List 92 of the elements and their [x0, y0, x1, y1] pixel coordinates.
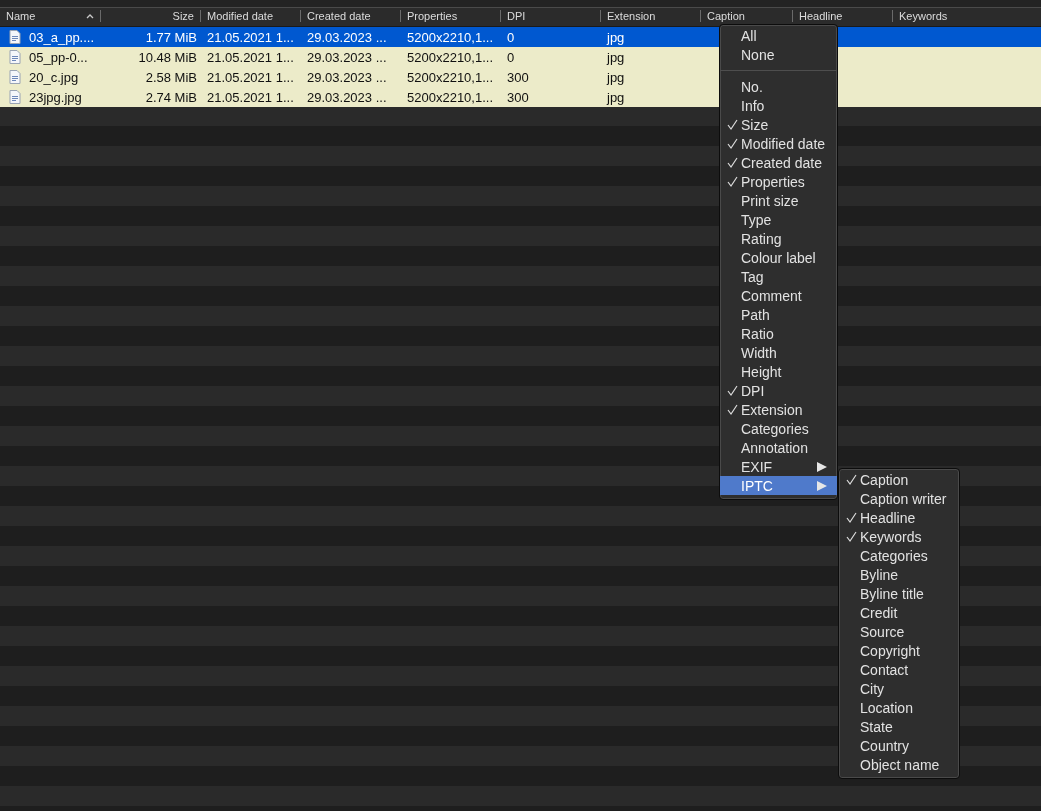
menu-item[interactable]: All: [720, 26, 837, 45]
table-cell: 03_a_pp....: [29, 29, 95, 45]
table-cell: 2.74 MiB: [145, 89, 197, 105]
menu-item[interactable]: Categories: [839, 546, 959, 565]
table-cell: 29.03.2023 ...: [307, 29, 387, 45]
column-header[interactable]: Caption: [701, 10, 793, 22]
menu-item[interactable]: Location: [839, 698, 959, 717]
table-cell: jpg: [607, 89, 625, 105]
table-cell: 21.05.2021 1...: [207, 29, 294, 45]
column-header[interactable]: Keywords: [893, 10, 1041, 22]
check-icon: [846, 473, 857, 486]
menu-item[interactable]: Path: [720, 305, 837, 324]
column-header[interactable]: DPI: [501, 10, 601, 22]
menu-item[interactable]: Object name: [839, 755, 959, 774]
menu-item[interactable]: Source: [839, 622, 959, 641]
menu-item[interactable]: Width: [720, 343, 837, 362]
table-cell: 20_c.jpg: [29, 69, 79, 85]
menu-item[interactable]: Caption writer: [839, 489, 959, 508]
menu-item[interactable]: Extension: [720, 400, 837, 419]
table-cell: 300: [507, 69, 529, 85]
menu-item[interactable]: Contact: [839, 660, 959, 679]
column-header[interactable]: Size: [101, 10, 201, 22]
menu-item[interactable]: Byline: [839, 565, 959, 584]
menu-item[interactable]: Created date: [720, 153, 837, 172]
menu-item[interactable]: City: [839, 679, 959, 698]
menu-item[interactable]: IPTC: [720, 476, 837, 495]
menu-item[interactable]: EXIF: [720, 457, 837, 476]
check-icon: [727, 175, 738, 188]
table-cell: jpg: [607, 49, 625, 65]
menu-item[interactable]: Height: [720, 362, 837, 381]
menu-item[interactable]: Print size: [720, 191, 837, 210]
menu-item[interactable]: DPI: [720, 381, 837, 400]
table-cell: 300: [507, 89, 529, 105]
check-icon: [727, 384, 738, 397]
column-header[interactable]: Modified date: [201, 10, 301, 22]
file-icon: [9, 30, 21, 44]
check-icon: [727, 156, 738, 169]
column-header[interactable]: Name: [0, 10, 101, 22]
table-cell: 21.05.2021 1...: [207, 49, 294, 65]
table-cell: 5200x2210,1...: [407, 29, 494, 45]
table-cell: 23jpg.jpg: [29, 89, 82, 105]
menu-item[interactable]: Credit: [839, 603, 959, 622]
table-cell: 29.03.2023 ...: [307, 49, 387, 65]
menu-item[interactable]: Categories: [720, 419, 837, 438]
table-cell: 5200x2210,1...: [407, 69, 494, 85]
menu-item[interactable]: Properties: [720, 172, 837, 191]
table-cell: 29.03.2023 ...: [307, 69, 387, 85]
menu-item[interactable]: Ratio: [720, 324, 837, 343]
menu-item[interactable]: Copyright: [839, 641, 959, 660]
column-header[interactable]: Properties: [401, 10, 501, 22]
table-cell: 0: [507, 49, 515, 65]
submenu-arrow-icon: [817, 461, 827, 472]
sort-icon: [86, 13, 94, 19]
table-cell: 05_pp-0...: [29, 49, 88, 65]
menu-item[interactable]: Tag: [720, 267, 837, 286]
menu-item[interactable]: State: [839, 717, 959, 736]
column-header[interactable]: Headline: [793, 10, 893, 22]
table-cell: 21.05.2021 1...: [207, 89, 294, 105]
table-cell: 21.05.2021 1...: [207, 69, 294, 85]
table-cell: 29.03.2023 ...: [307, 89, 387, 105]
menu-item[interactable]: Size: [720, 115, 837, 134]
table-cell: jpg: [607, 29, 625, 45]
check-icon: [846, 530, 857, 543]
table-cell: 5200x2210,1...: [407, 89, 494, 105]
table-cell: jpg: [607, 69, 625, 85]
check-icon: [727, 137, 738, 150]
menu-item[interactable]: Type: [720, 210, 837, 229]
menu-item[interactable]: Colour label: [720, 248, 837, 267]
table-cell: 0: [507, 29, 515, 45]
menu-item[interactable]: Caption: [839, 470, 959, 489]
menu-item[interactable]: Headline: [839, 508, 959, 527]
check-icon: [727, 403, 738, 416]
menu-item[interactable]: Country: [839, 736, 959, 755]
column-header[interactable]: Extension: [601, 10, 701, 22]
check-icon: [846, 511, 857, 524]
menu-item[interactable]: Annotation: [720, 438, 837, 457]
menu-item[interactable]: Comment: [720, 286, 837, 305]
file-icon: [9, 90, 21, 104]
menu-item[interactable]: Keywords: [839, 527, 959, 546]
file-icon: [9, 50, 21, 64]
menu-item[interactable]: Byline title: [839, 584, 959, 603]
menu-item[interactable]: None: [720, 45, 837, 64]
table-cell: 1.77 MiB: [145, 29, 197, 45]
file-icon: [9, 70, 21, 84]
column-header[interactable]: Created date: [301, 10, 401, 22]
table-cell: 2.58 MiB: [145, 69, 197, 85]
submenu-arrow-icon: [817, 480, 827, 491]
check-icon: [727, 118, 738, 131]
table-cell: 5200x2210,1...: [407, 49, 494, 65]
table-cell: 10.48 MiB: [138, 49, 197, 65]
menu-item[interactable]: Rating: [720, 229, 837, 248]
menu-item[interactable]: Modified date: [720, 134, 837, 153]
